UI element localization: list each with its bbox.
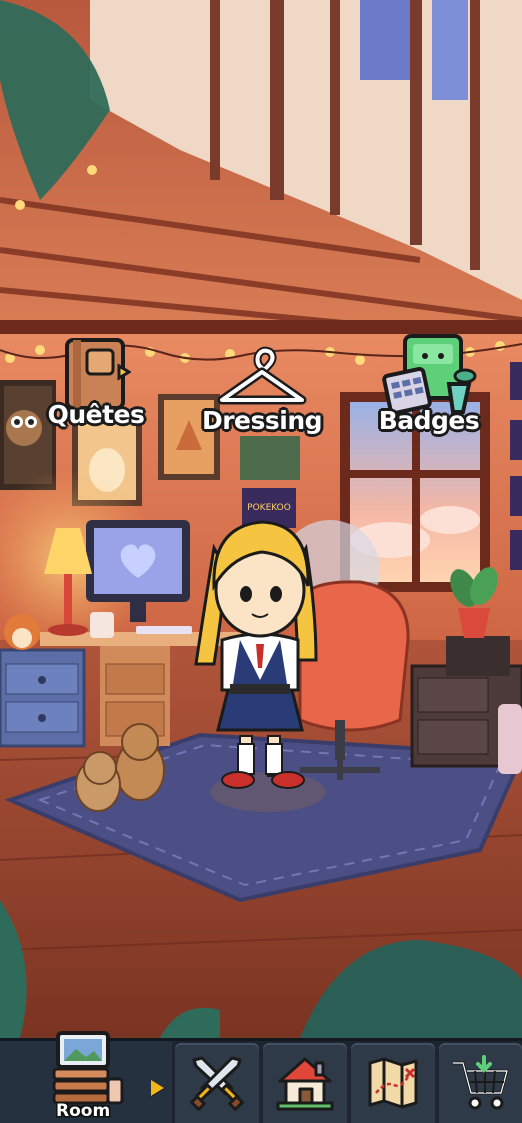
room-furniture-icon [52,1031,124,1105]
badges-button[interactable]: Badges [374,332,484,435]
treasure-map-icon [368,1057,418,1109]
shopping-cart-icon [452,1055,508,1110]
nav-tab-map[interactable] [351,1043,435,1123]
house-icon [276,1057,334,1111]
crossed-swords-icon [190,1056,244,1111]
poster-text: POKEKOO [247,503,291,513]
dressing-button[interactable]: Dressing [198,344,326,435]
bottom-navbar: Room [0,1031,522,1123]
nav-tab-shop[interactable] [439,1043,522,1123]
room-label: Room [56,1101,111,1121]
quests-label: Quêtes [47,400,145,429]
nav-tab-battle[interactable] [175,1043,259,1123]
play-arrow-icon[interactable] [151,1080,164,1096]
badges-icon [382,334,477,415]
nav-tab-room[interactable]: Room [0,1031,172,1123]
nav-tab-home[interactable] [263,1043,347,1123]
dressing-label: Dressing [201,406,323,435]
bedroom-scene: POKEKOO [0,0,522,1038]
hanger-icon [217,346,307,405]
quests-button[interactable]: Quêtes [44,336,148,429]
badges-label: Badges [378,406,480,435]
